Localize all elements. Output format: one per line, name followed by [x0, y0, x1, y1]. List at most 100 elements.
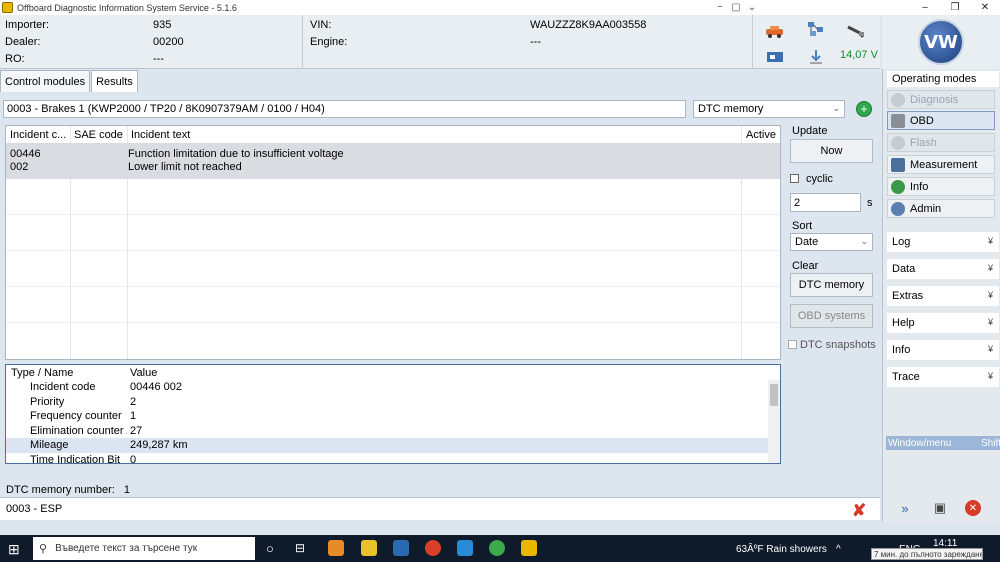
chrome-icon[interactable] — [425, 540, 441, 556]
dtc-count-status: DTC memory number: 1 — [6, 484, 130, 496]
add-icon[interactable]: + — [856, 101, 872, 117]
extra-maximize-icon[interactable]: ▢ — [728, 0, 744, 15]
chevron-down-icon: ⌄ — [860, 236, 868, 246]
minimize-button[interactable]: – — [910, 0, 940, 15]
header-type-name[interactable]: Type / Name — [11, 367, 73, 379]
header-incident-text[interactable]: Incident text — [131, 129, 190, 141]
extra-collapse-icon[interactable]: ⌄ — [744, 0, 760, 15]
windows-start-icon[interactable]: ⊞ — [8, 541, 20, 558]
ro-label: RO: — [5, 53, 25, 65]
group-data[interactable]: Data ¥ — [887, 259, 999, 279]
scrollbar-thumb[interactable] — [770, 384, 778, 406]
group-extras[interactable]: Extras ¥ — [887, 286, 999, 306]
chevron-down-icon: ¥ — [987, 317, 993, 327]
detail-row[interactable]: Frequency counter 1 — [6, 409, 769, 424]
header-value[interactable]: Value — [130, 367, 157, 379]
exit-icon[interactable]: ✕ — [965, 500, 981, 516]
row-line — [6, 286, 780, 287]
mode-diagnosis[interactable]: Diagnosis — [887, 90, 995, 109]
results-panel: 0003 - Brakes 1 (KWP2000 / TP20 / 8K0907… — [0, 92, 880, 522]
download-icon — [810, 50, 822, 64]
extra-minimize-icon[interactable]: − — [712, 0, 728, 15]
screenshot-icon[interactable]: ▣ — [930, 499, 950, 517]
detail-row-selected[interactable]: Mileage 249,287 km — [6, 438, 769, 453]
mode-measurement[interactable]: Measurement — [887, 155, 995, 174]
interval-unit: s — [867, 197, 873, 209]
detail-row[interactable]: Elimination counter / c 27 — [6, 424, 769, 439]
store-icon[interactable] — [393, 540, 409, 556]
mode-flash[interactable]: Flash — [887, 133, 995, 152]
group-label: Trace — [892, 371, 920, 383]
window-controls: – ❐ ✕ — [910, 0, 1000, 15]
header-active[interactable]: Active — [746, 129, 776, 141]
clear-dtc-memory-button[interactable]: DTC memory — [790, 273, 873, 297]
group-log[interactable]: Log ¥ — [887, 232, 999, 252]
chevron-down-icon: ¥ — [987, 371, 993, 381]
mode-admin[interactable]: Admin — [887, 199, 995, 218]
app-icon-orange[interactable] — [328, 540, 344, 556]
dtc-count-label: DTC memory number: — [6, 484, 115, 496]
tray-chevron-icon[interactable]: ^ — [836, 544, 841, 555]
utorrent-icon[interactable] — [489, 540, 505, 556]
group-trace[interactable]: Trace ¥ — [887, 367, 999, 387]
chevron-down-icon: ⌄ — [832, 103, 840, 113]
dtc-count-value: 1 — [123, 484, 130, 496]
weather-text[interactable]: 63ÂºF Rain showers — [736, 544, 827, 555]
dtc-snapshots-checkbox[interactable] — [788, 340, 797, 349]
window-menu-label: Window/menu — [888, 437, 952, 449]
group-help[interactable]: Help ¥ — [887, 313, 999, 333]
importer-value: 935 — [153, 19, 172, 31]
detail-value: 0 — [130, 453, 137, 464]
vw-logo: VW — [918, 19, 964, 65]
file-explorer-icon[interactable] — [361, 540, 377, 556]
close-window-button[interactable]: ✕ — [970, 0, 1000, 15]
vehicle-header: Importer: 935 Dealer: 00200 RO: --- VIN:… — [0, 15, 880, 69]
tab-results[interactable]: Results — [91, 70, 138, 92]
tab-control-modules[interactable]: Control modules — [0, 70, 91, 92]
table-row[interactable]: 00446 Function limitation due to insuffi… — [6, 144, 780, 179]
detail-row[interactable]: Priority 2 — [6, 395, 769, 410]
now-button[interactable]: Now — [790, 139, 873, 163]
header-incident-code[interactable]: Incident c... — [10, 129, 66, 141]
detail-row[interactable]: Time Indication Bit 0 — [6, 453, 769, 464]
brand-logo: VW — [882, 15, 1000, 69]
interface-icon — [767, 52, 783, 62]
header-sae-code[interactable]: SAE code — [74, 129, 123, 141]
forward-icon[interactable]: » — [895, 499, 915, 517]
esp-bar: 0003 - ESP ✘ — [0, 497, 880, 520]
group-label: Data — [892, 263, 916, 275]
odis-icon[interactable] — [521, 540, 537, 556]
dtc-snapshots-label: DTC snapshots — [800, 339, 876, 351]
detail-row[interactable]: Incident code 00446 002 — [6, 380, 769, 395]
search-placeholder: Въведете текст за търсене тук — [55, 543, 198, 554]
interval-input[interactable]: 2 — [790, 193, 861, 212]
view-select[interactable]: DTC memory ⌄ — [693, 100, 845, 118]
task-view-icon[interactable]: ○ — [266, 541, 274, 556]
measurement-icon — [891, 157, 905, 172]
obd-systems-button[interactable]: OBD systems — [790, 304, 873, 328]
mode-obd[interactable]: OBD — [887, 111, 995, 130]
sort-select[interactable]: Date ⌄ — [790, 233, 873, 251]
detail-name: Frequency counter — [30, 410, 122, 422]
group-label: Log — [892, 236, 911, 248]
dealer-value: 00200 — [153, 36, 184, 48]
cancel-icon[interactable]: ✘ — [852, 501, 866, 521]
details-scrollbar[interactable] — [768, 380, 780, 463]
restore-button[interactable]: ❐ — [940, 0, 970, 15]
group-label: Info — [892, 344, 911, 356]
flash-icon — [891, 135, 905, 150]
taskbar-search[interactable]: ⚲ Въведете текст за търсене тук — [33, 537, 255, 560]
widgets-icon[interactable]: ⊟ — [295, 541, 305, 555]
title-bar: Offboard Diagnostic Information System S… — [0, 0, 1000, 15]
battery-tooltip: 7 мин. до пълното зареждане — [871, 548, 983, 560]
group-info[interactable]: Info ¥ — [887, 340, 999, 360]
detail-name: Elimination counter / c — [30, 424, 127, 437]
teamviewer-icon[interactable] — [457, 540, 473, 556]
battery-voltage: 14,07 V — [840, 49, 878, 61]
window-menu[interactable]: Window/menu Shift — [886, 436, 1000, 450]
chevron-down-icon: ¥ — [987, 290, 993, 300]
cyclic-checkbox[interactable] — [790, 174, 799, 183]
mode-info[interactable]: Info — [887, 177, 995, 196]
header-divider — [302, 15, 303, 69]
chevron-down-icon: ¥ — [987, 263, 993, 273]
